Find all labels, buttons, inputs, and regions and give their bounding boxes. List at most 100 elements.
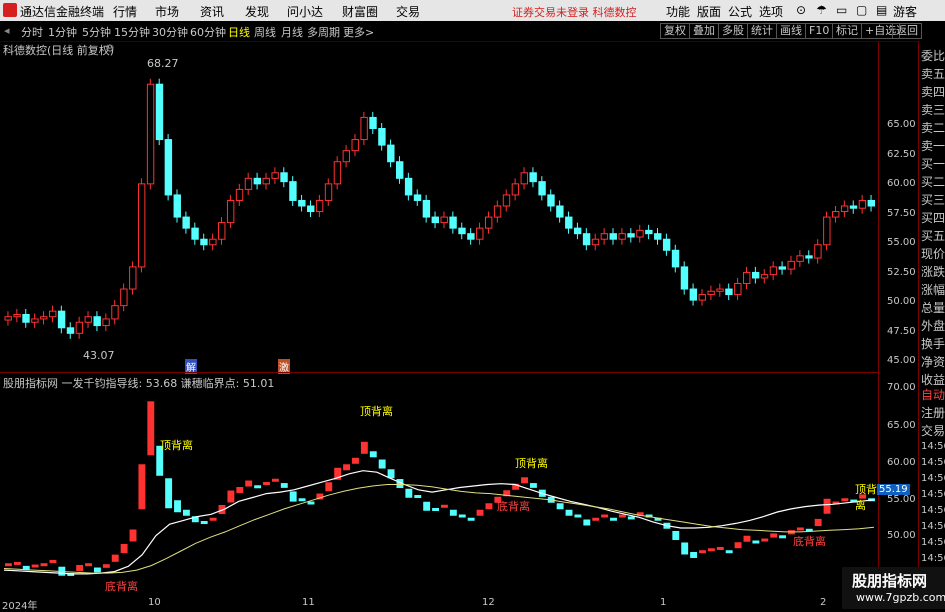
indicator-bar — [271, 478, 279, 482]
candle-body — [360, 116, 368, 141]
candle-body — [618, 233, 626, 240]
mark-button[interactable]: 标记 — [832, 23, 862, 39]
indicator-bar — [458, 514, 466, 518]
indicator-bar — [129, 529, 137, 542]
menu-market[interactable]: 市场 — [155, 3, 179, 20]
quote-label: 买一 — [921, 157, 945, 171]
menu-wealth[interactable]: 财富圈 — [342, 3, 378, 20]
watermark-url: www.7gpzb.com — [856, 591, 945, 604]
candle-body — [840, 205, 849, 213]
price-tick: 47.50 — [887, 326, 916, 337]
period-daily[interactable]: 日线 — [228, 24, 250, 40]
period-15min[interactable]: 15分钟 — [114, 24, 150, 40]
main-chart-panel[interactable]: 科德数控(日线 前复权) ⚙ 68.27 43.07 解 激 — [0, 41, 878, 374]
candle-body — [31, 318, 39, 323]
bottom-divergence-label: 底背离 — [497, 500, 530, 513]
indicator-chart[interactable] — [0, 373, 878, 598]
period-1min[interactable]: 1分钟 — [48, 24, 77, 40]
candle-body — [493, 205, 502, 218]
candle-body — [146, 83, 155, 185]
candle-body — [369, 116, 377, 130]
price-tick: 60.00 — [887, 178, 916, 189]
trade-link[interactable]: 交易 — [921, 422, 945, 439]
candle-body — [680, 266, 689, 290]
menu-formula[interactable]: 公式 — [728, 3, 752, 20]
candle-body — [253, 177, 262, 185]
indicator-bar — [165, 478, 173, 509]
candle-body — [538, 181, 546, 196]
quote-label: 卖二 — [921, 121, 945, 135]
menu-quotes[interactable]: 行情 — [113, 3, 137, 20]
quote-label: 卖四 — [921, 85, 945, 99]
period-60min[interactable]: 60分钟 — [190, 24, 226, 40]
f10-button[interactable]: F10 — [805, 23, 834, 39]
overlay-button[interactable]: 叠加 — [689, 23, 719, 39]
indicator-panel[interactable]: 股朋指标网 一发千钧指导线: 53.68 谦穗临界点: 51.01 顶背离 顶背… — [0, 372, 878, 598]
message-icon[interactable]: ▭ — [836, 3, 847, 17]
menu-layout[interactable]: 版面 — [697, 3, 721, 20]
indicator-bar — [209, 517, 217, 521]
candle-body — [662, 238, 671, 251]
candle-body — [431, 216, 440, 224]
candle-body — [422, 199, 431, 218]
guest-user[interactable]: 游客 — [893, 3, 917, 20]
menu-options[interactable]: 选项 — [759, 3, 783, 20]
candle-body — [342, 150, 351, 163]
back-button[interactable]: 返回 — [892, 23, 922, 39]
indicator-bar — [93, 567, 101, 573]
quote-label: 卖一 — [921, 139, 945, 153]
candle-body — [191, 227, 199, 240]
menu-news[interactable]: 资讯 — [200, 3, 224, 20]
candle-body — [280, 172, 288, 183]
collapse-icon[interactable]: ◂ — [4, 24, 10, 37]
indicator-tick: 50.00 — [887, 530, 916, 541]
candle-body — [93, 316, 101, 327]
period-30min[interactable]: 30分钟 — [152, 24, 188, 40]
candle-body — [751, 271, 760, 279]
candle-body — [636, 229, 644, 238]
price-tick: 50.00 — [887, 296, 916, 307]
period-weekly[interactable]: 周线 — [254, 24, 276, 40]
candle-body — [13, 314, 21, 318]
draw-line-button[interactable]: 画线 — [776, 23, 806, 39]
candle-body — [164, 139, 173, 196]
menu-trade[interactable]: 交易 — [396, 3, 420, 20]
period-more[interactable]: 更多> — [343, 24, 374, 40]
indicator-bar — [360, 441, 368, 454]
menu-discover[interactable]: 发现 — [245, 3, 269, 20]
adjust-button[interactable]: 复权 — [660, 23, 690, 39]
indicator-bar — [120, 543, 128, 553]
indicator-bar — [352, 457, 359, 464]
indicator-bar — [307, 501, 315, 505]
menu-assistant[interactable]: 问小达 — [287, 3, 323, 20]
period-monthly[interactable]: 月线 — [281, 24, 303, 40]
candle-body — [823, 216, 831, 246]
period-5min[interactable]: 5分钟 — [82, 24, 111, 40]
candle-body — [734, 283, 742, 296]
stats-button[interactable]: 统计 — [747, 23, 777, 39]
candle-body — [591, 238, 600, 246]
candle-body — [698, 294, 706, 301]
auto-toggle[interactable]: 自动 — [921, 386, 945, 403]
indicator-bar — [263, 482, 270, 486]
candle-body — [689, 288, 698, 301]
date-label: 10 — [148, 597, 161, 608]
period-multi[interactable]: 多周期 — [307, 24, 340, 40]
settings-icon[interactable]: ⚙ — [105, 42, 115, 55]
grid-icon[interactable]: ▤ — [876, 3, 887, 17]
menu-functions[interactable]: 功能 — [666, 3, 690, 20]
login-notice[interactable]: 证券交易未登录 科德数控 — [512, 4, 637, 20]
candle-body — [573, 227, 582, 235]
period-intraday[interactable]: 分时 — [21, 24, 43, 40]
multi-stock-button[interactable]: 多股 — [718, 23, 748, 39]
register-link[interactable]: 注册 — [921, 404, 945, 421]
indicator-bar — [432, 508, 439, 512]
candle-body — [600, 233, 609, 240]
headset-icon[interactable]: ⊙ — [796, 3, 806, 17]
window-icon[interactable]: ▢ — [856, 3, 867, 17]
candle-body — [832, 211, 840, 218]
skin-icon[interactable]: ☂ — [816, 3, 827, 17]
candlestick-chart[interactable] — [0, 41, 878, 371]
indicator-bar — [280, 483, 288, 488]
top-divergence-label: 顶背离 — [855, 483, 877, 512]
